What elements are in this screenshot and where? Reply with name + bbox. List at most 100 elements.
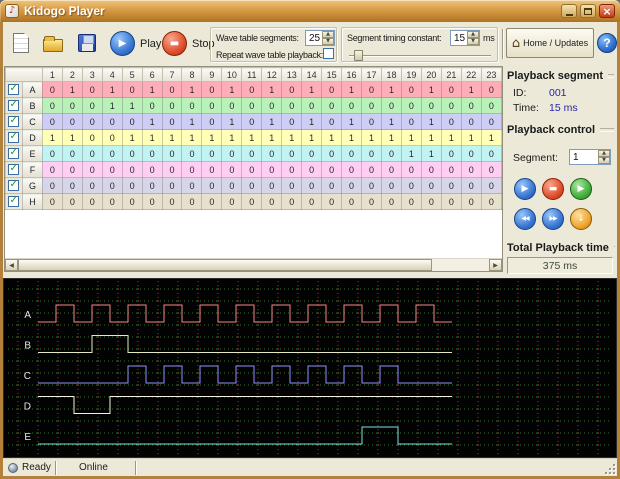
cell-D-13[interactable]: 1 xyxy=(281,129,303,146)
cell-B-17[interactable]: 0 xyxy=(361,97,382,114)
cell-A-22[interactable]: 1 xyxy=(460,81,482,98)
cell-H-15[interactable]: 0 xyxy=(321,193,343,210)
cell-D-16[interactable]: 1 xyxy=(341,129,363,146)
cell-C-19[interactable]: 0 xyxy=(400,113,422,130)
cell-A-20[interactable]: 1 xyxy=(420,81,442,98)
row-checkbox-C[interactable]: ✓ xyxy=(8,115,20,128)
cell-G-23[interactable]: 0 xyxy=(480,177,503,194)
grid-horizontal-scrollbar[interactable]: ◀ ▶ xyxy=(5,258,502,271)
cell-A-15[interactable]: 0 xyxy=(321,81,343,98)
cell-D-5[interactable]: 1 xyxy=(121,129,143,146)
cell-D-14[interactable]: 1 xyxy=(301,129,323,146)
cell-A-1[interactable]: 0 xyxy=(41,81,63,98)
cell-B-6[interactable]: 0 xyxy=(141,97,163,114)
panel-play-segment-button[interactable]: ▶ xyxy=(570,178,592,200)
cell-H-17[interactable]: 0 xyxy=(361,193,382,210)
cell-G-11[interactable]: 0 xyxy=(241,177,263,194)
row-checkbox-A[interactable]: ✓ xyxy=(8,83,20,96)
cell-D-1[interactable]: 1 xyxy=(41,129,63,146)
cell-E-7[interactable]: 0 xyxy=(161,145,183,162)
down-button[interactable]: ↓ xyxy=(570,208,592,230)
stop-button[interactable]: ▬ Stop xyxy=(162,31,215,56)
cell-H-11[interactable]: 0 xyxy=(241,193,263,210)
cell-F-17[interactable]: 0 xyxy=(361,161,382,178)
wave-segments-spinner[interactable]: 25 ▲ ▼ xyxy=(305,30,335,46)
cell-E-10[interactable]: 0 xyxy=(221,145,243,162)
cell-G-4[interactable]: 0 xyxy=(101,177,123,194)
cell-B-15[interactable]: 0 xyxy=(321,97,343,114)
cell-G-14[interactable]: 0 xyxy=(301,177,323,194)
cell-B-21[interactable]: 0 xyxy=(440,97,462,114)
cell-F-5[interactable]: 0 xyxy=(121,161,143,178)
cell-D-9[interactable]: 1 xyxy=(201,129,223,146)
cell-C-5[interactable]: 0 xyxy=(121,113,143,130)
cell-F-14[interactable]: 0 xyxy=(301,161,323,178)
timing-value[interactable]: 15 xyxy=(451,31,467,45)
cell-G-7[interactable]: 0 xyxy=(161,177,183,194)
spin-up-icon[interactable]: ▲ xyxy=(598,150,610,157)
cell-F-19[interactable]: 0 xyxy=(400,161,422,178)
row-checkbox-F[interactable]: ✓ xyxy=(8,163,20,176)
cell-D-19[interactable]: 1 xyxy=(400,129,422,146)
cell-F-15[interactable]: 0 xyxy=(321,161,343,178)
row-checkbox-E[interactable]: ✓ xyxy=(8,147,20,160)
cell-D-21[interactable]: 1 xyxy=(440,129,462,146)
cell-D-22[interactable]: 1 xyxy=(460,129,482,146)
cell-A-14[interactable]: 1 xyxy=(301,81,323,98)
scrollbar-track[interactable] xyxy=(18,259,489,271)
new-button[interactable] xyxy=(7,28,35,58)
cell-G-13[interactable]: 0 xyxy=(281,177,303,194)
spin-down-icon[interactable]: ▼ xyxy=(467,38,479,45)
cell-G-5[interactable]: 0 xyxy=(121,177,143,194)
cell-B-11[interactable]: 0 xyxy=(241,97,263,114)
spin-up-icon[interactable]: ▲ xyxy=(322,31,334,38)
row-checkbox-H[interactable]: ✓ xyxy=(8,195,20,208)
cell-C-15[interactable]: 0 xyxy=(321,113,343,130)
cell-H-2[interactable]: 0 xyxy=(61,193,83,210)
spin-down-icon[interactable]: ▼ xyxy=(598,157,610,164)
panel-stop-button[interactable]: ▬ xyxy=(542,178,564,200)
cell-E-1[interactable]: 0 xyxy=(41,145,63,162)
scroll-left-icon[interactable]: ◀ xyxy=(5,259,18,271)
cell-H-16[interactable]: 0 xyxy=(341,193,363,210)
repeat-playback-checkbox[interactable] xyxy=(323,48,334,59)
cell-A-2[interactable]: 1 xyxy=(61,81,83,98)
cell-D-4[interactable]: 0 xyxy=(101,129,123,146)
cell-C-22[interactable]: 0 xyxy=(460,113,482,130)
cell-E-6[interactable]: 0 xyxy=(141,145,163,162)
cell-C-17[interactable]: 0 xyxy=(361,113,382,130)
cell-E-16[interactable]: 0 xyxy=(341,145,363,162)
cell-E-5[interactable]: 0 xyxy=(121,145,143,162)
cell-C-1[interactable]: 0 xyxy=(41,113,63,130)
cell-E-23[interactable]: 0 xyxy=(480,145,503,162)
cell-H-4[interactable]: 0 xyxy=(101,193,123,210)
cell-F-3[interactable]: 0 xyxy=(81,161,103,178)
cell-E-3[interactable]: 0 xyxy=(81,145,103,162)
cell-G-2[interactable]: 0 xyxy=(61,177,83,194)
cell-D-23[interactable]: 1 xyxy=(480,129,503,146)
cell-D-6[interactable]: 1 xyxy=(141,129,163,146)
cell-D-8[interactable]: 1 xyxy=(181,129,203,146)
cell-F-11[interactable]: 0 xyxy=(241,161,263,178)
cell-G-12[interactable]: 0 xyxy=(261,177,283,194)
cell-C-6[interactable]: 1 xyxy=(141,113,163,130)
cell-C-11[interactable]: 0 xyxy=(241,113,263,130)
cell-G-9[interactable]: 0 xyxy=(201,177,223,194)
cell-D-15[interactable]: 1 xyxy=(321,129,343,146)
cell-B-5[interactable]: 1 xyxy=(121,97,143,114)
cell-F-16[interactable]: 0 xyxy=(341,161,363,178)
cell-F-18[interactable]: 0 xyxy=(380,161,402,178)
cell-E-15[interactable]: 0 xyxy=(321,145,343,162)
forward-button[interactable]: ▶▶ xyxy=(542,208,564,230)
help-button[interactable]: ? xyxy=(597,33,617,53)
cell-A-23[interactable]: 0 xyxy=(480,81,503,98)
cell-G-3[interactable]: 0 xyxy=(81,177,103,194)
cell-B-19[interactable]: 0 xyxy=(400,97,422,114)
cell-G-6[interactable]: 0 xyxy=(141,177,163,194)
cell-C-21[interactable]: 0 xyxy=(440,113,462,130)
spin-up-icon[interactable]: ▲ xyxy=(467,31,479,38)
row-checkbox-D[interactable]: ✓ xyxy=(8,131,20,144)
cell-F-20[interactable]: 0 xyxy=(420,161,442,178)
cell-A-9[interactable]: 0 xyxy=(201,81,223,98)
cell-B-3[interactable]: 0 xyxy=(81,97,103,114)
